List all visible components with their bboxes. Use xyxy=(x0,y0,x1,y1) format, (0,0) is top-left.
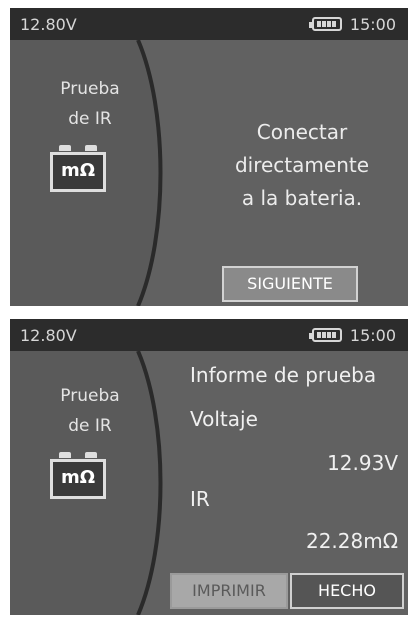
clock-time: 15:00 xyxy=(349,15,396,34)
battery-icon xyxy=(309,17,342,31)
report-title: Informe de prueba xyxy=(190,363,377,387)
test-title-line1: Prueba xyxy=(60,79,120,99)
next-button[interactable]: SIGUIENTE xyxy=(222,266,358,302)
battery-icon xyxy=(309,328,342,342)
ir-value: 22.28mΩ xyxy=(305,529,398,553)
test-title-line2: de IR xyxy=(68,416,112,436)
voltage-readout: 12.80V xyxy=(20,326,77,345)
test-title-line2: de IR xyxy=(68,109,112,129)
report-screen: 12.80V 15:00 Prueba de IR mΩ Informe de … xyxy=(10,319,408,615)
voltage-label: Voltaje xyxy=(190,407,258,431)
done-button[interactable]: HECHO xyxy=(290,573,404,609)
clock-time: 15:00 xyxy=(349,326,396,345)
ir-label: IR xyxy=(190,487,210,511)
voltage-readout: 12.80V xyxy=(20,15,77,34)
instruction-line1: Conectar xyxy=(256,120,348,144)
instruction-line2: directamente xyxy=(234,153,370,177)
test-title-line1: Prueba xyxy=(60,386,120,406)
voltage-value: 12.93V xyxy=(327,451,398,475)
battery-milliohm-icon: mΩ xyxy=(50,452,106,499)
battery-milliohm-icon: mΩ xyxy=(50,145,106,192)
status-bar: 12.80V 15:00 xyxy=(10,319,408,351)
instruction-line3: a la bateria. xyxy=(241,186,363,210)
connect-screen: 12.80V 15:00 Prueba de IR mΩ Conectar di… xyxy=(10,8,408,306)
status-bar: 12.80V 15:00 xyxy=(10,8,408,40)
print-button[interactable]: IMPRIMIR xyxy=(170,573,288,609)
